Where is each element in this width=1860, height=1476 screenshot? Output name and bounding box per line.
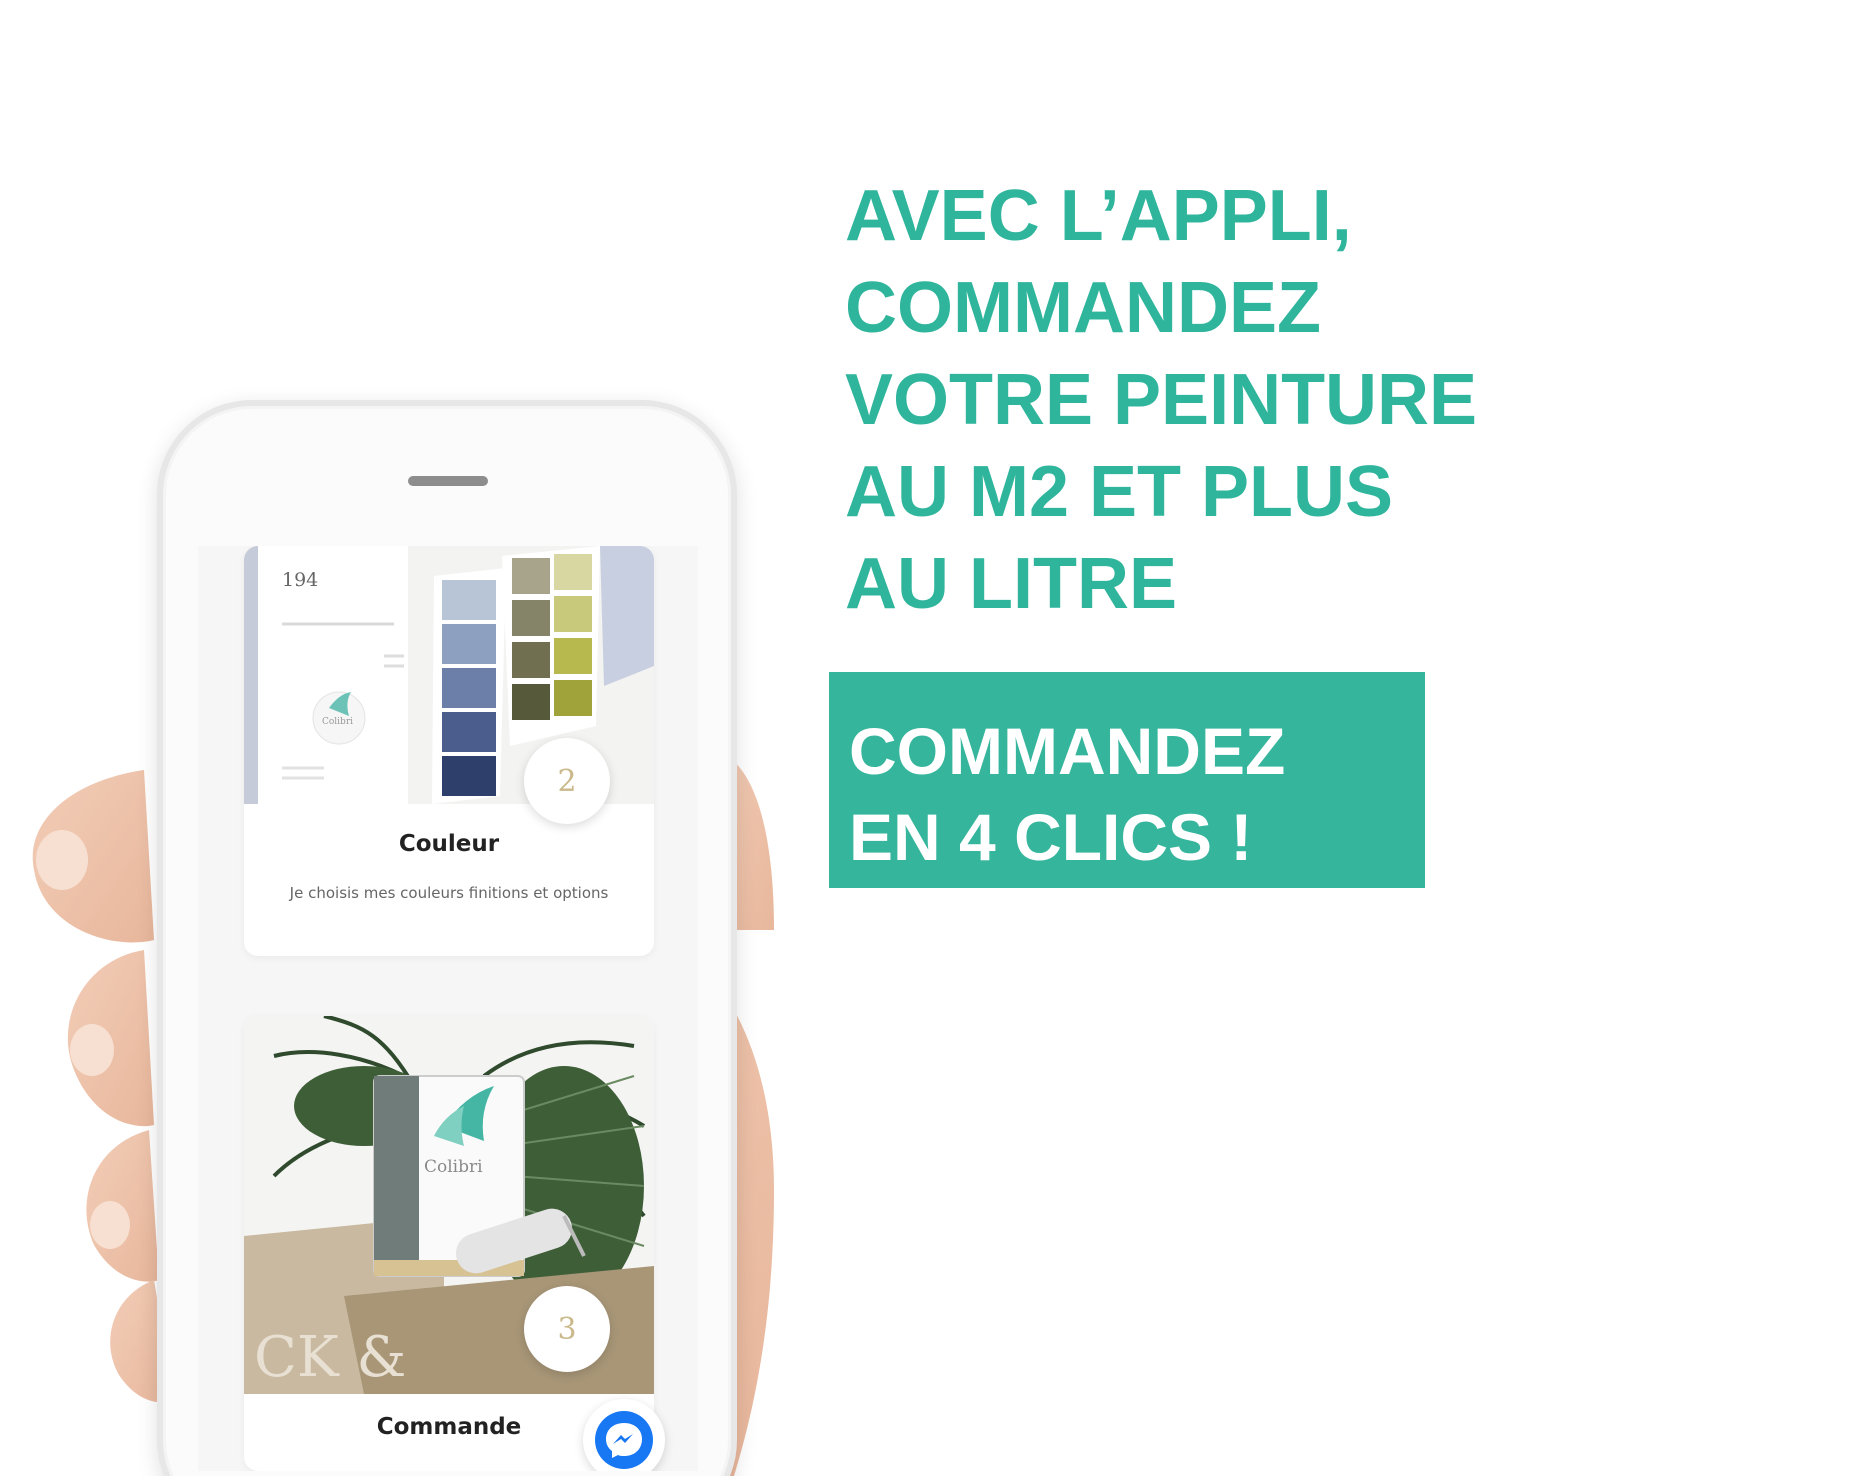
cta-line: COMMANDEZ	[849, 714, 1286, 788]
headline-line: AVEC L’APPLI,	[845, 176, 1352, 256]
card-title: Couleur	[398, 831, 500, 857]
svg-text:Colibri: Colibri	[322, 717, 353, 727]
order-cta-button[interactable]: COMMANDEZ EN 4 CLICS !	[829, 672, 1425, 888]
phone-screen: 194 Colibri 2 Couleur Je choisis mes cou…	[198, 546, 698, 1471]
step-number-badge: 3	[524, 1286, 610, 1372]
svg-text:194: 194	[282, 569, 318, 591]
step-number-badge: 2	[524, 738, 610, 824]
step-card-commande[interactable]: CK & Colibri 3 Commande	[244, 1016, 654, 1471]
headline-line: AU M2 ET PLUS	[845, 452, 1394, 532]
svg-text:Colibri: Colibri	[424, 1157, 483, 1177]
headline-line: AU LITRE	[845, 544, 1177, 624]
headline-line: VOTRE PEINTURE	[845, 360, 1478, 440]
messenger-icon	[595, 1411, 653, 1469]
headline: AVEC L’APPLI, COMMANDEZ VOTRE PEINTURE A…	[845, 170, 1605, 630]
hero-photo: 194 Colibri 2 Couleur Je choisis mes cou…	[14, 170, 884, 1476]
smartphone: 194 Colibri 2 Couleur Je choisis mes cou…	[157, 400, 737, 1476]
messenger-chat-button[interactable]	[583, 1399, 665, 1471]
step-card-couleur[interactable]: 194 Colibri 2 Couleur Je choisis mes cou…	[244, 546, 654, 956]
svg-text:CK &: CK &	[254, 1325, 406, 1390]
cta-line: EN 4 CLICS !	[849, 800, 1253, 874]
phone-speaker	[408, 476, 488, 486]
headline-line: COMMANDEZ	[845, 268, 1321, 348]
card-description: Je choisis mes couleurs finitions et opt…	[289, 884, 609, 902]
